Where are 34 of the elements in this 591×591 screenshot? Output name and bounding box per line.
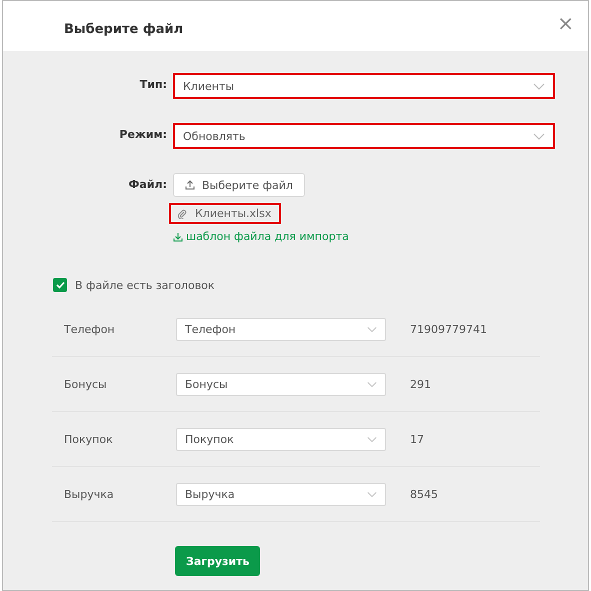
chevron-down-icon bbox=[367, 490, 377, 498]
checkbox-label: В файле есть заголовок bbox=[75, 278, 215, 292]
field-select[interactable]: Покупок bbox=[176, 428, 386, 450]
field-label: Тип: bbox=[138, 77, 168, 93]
close-button[interactable]: × bbox=[557, 11, 574, 35]
sample-value: 71909779741 bbox=[410, 322, 487, 336]
checkbox[interactable] bbox=[53, 278, 67, 292]
field-label: Файл: bbox=[128, 177, 168, 193]
download-icon bbox=[173, 232, 183, 242]
select-field[interactable]: Клиенты bbox=[173, 73, 555, 99]
choose-file-button[interactable]: Выберите файл bbox=[173, 173, 305, 197]
dialog-title: Выберите файл bbox=[64, 22, 184, 36]
select-field[interactable]: Обновлять bbox=[173, 123, 555, 149]
chevron-down-icon bbox=[533, 132, 545, 140]
attachment-item[interactable]: Клиенты.xlsx bbox=[169, 203, 282, 224]
checkmark-icon bbox=[56, 281, 64, 289]
chevron-down-icon bbox=[367, 436, 377, 442]
sample-value: 8545 bbox=[410, 488, 438, 500]
column-name: Бонусы bbox=[63, 378, 108, 390]
column-name: Покупок bbox=[63, 432, 114, 446]
paperclip-icon bbox=[177, 208, 187, 218]
chevron-down-icon bbox=[367, 380, 377, 388]
column-name: Телефон bbox=[63, 322, 116, 336]
chevron-down-icon bbox=[533, 82, 545, 90]
upload-icon bbox=[185, 180, 195, 190]
column-name: Выручка bbox=[63, 488, 115, 500]
chevron-down-icon bbox=[367, 326, 377, 332]
sample-value: 17 bbox=[410, 432, 424, 446]
upload-button[interactable]: Загрузить bbox=[175, 546, 260, 576]
sample-value: 291 bbox=[410, 378, 431, 390]
field-select[interactable]: Бонусы bbox=[176, 372, 386, 396]
field-select[interactable]: Телефон bbox=[176, 318, 386, 340]
field-select[interactable]: Выручка bbox=[176, 482, 386, 506]
field-label: Режим: bbox=[118, 127, 168, 143]
